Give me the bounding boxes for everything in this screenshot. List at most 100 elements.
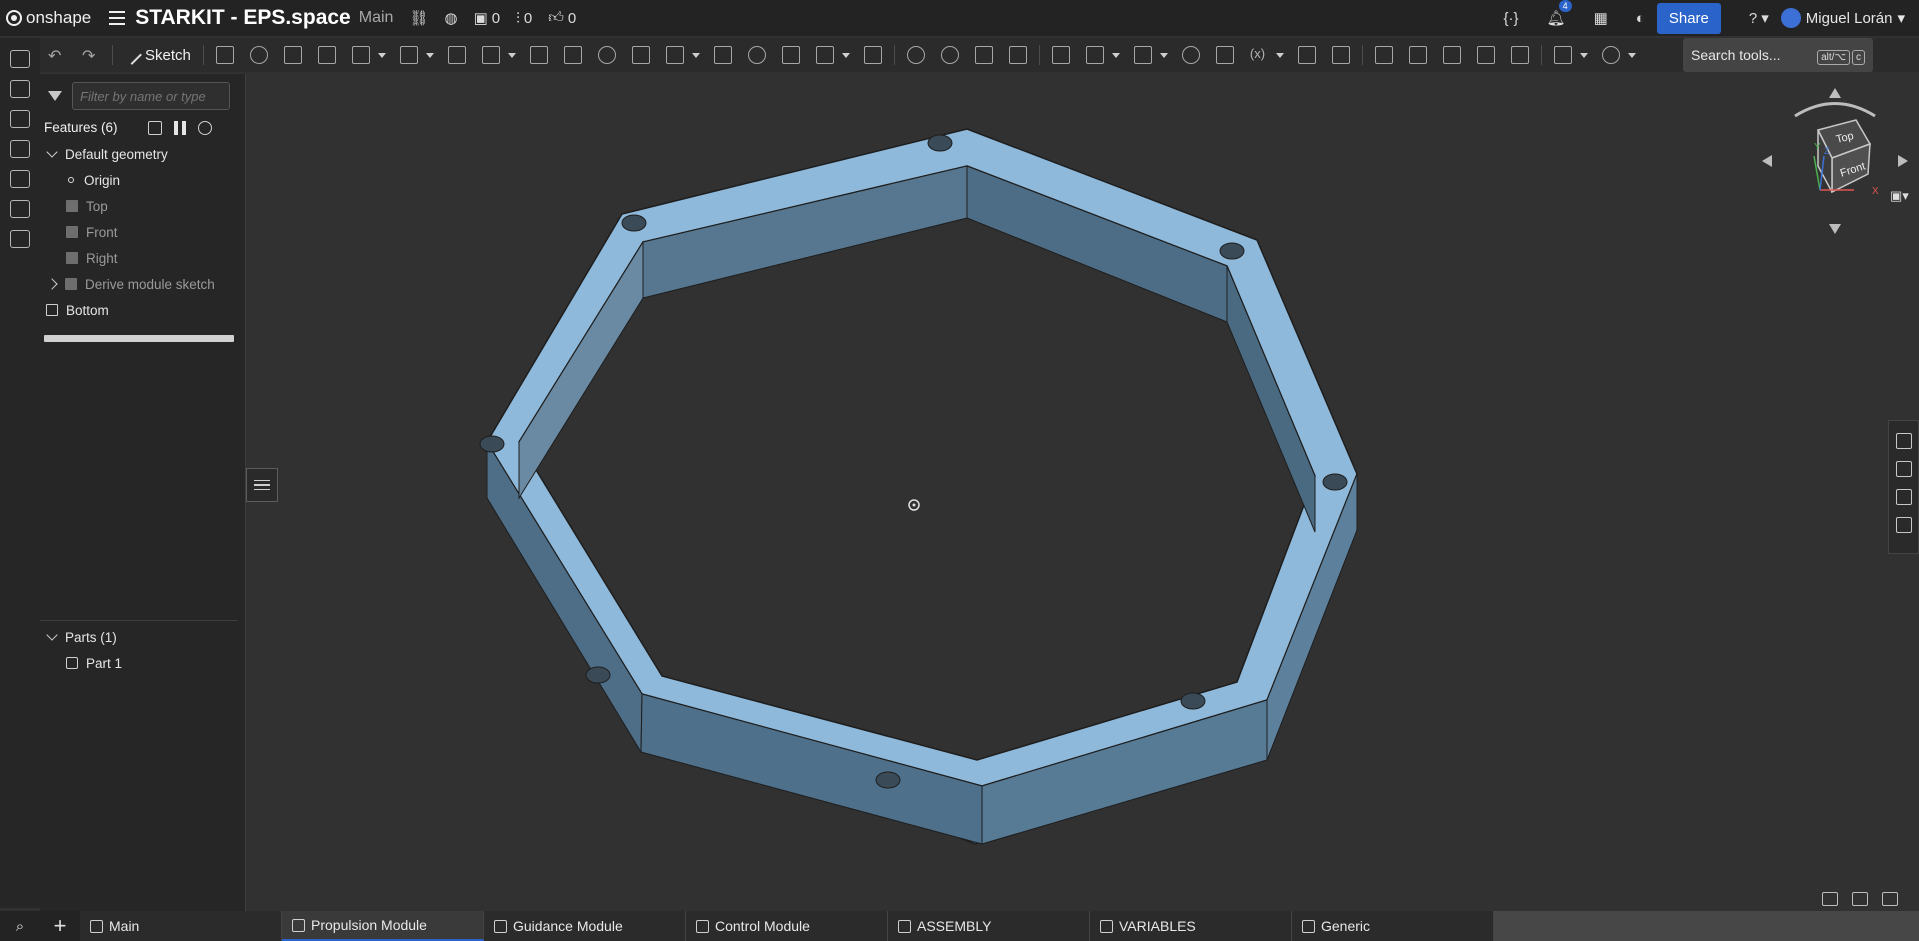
parts-properties-icon[interactable] [1895, 461, 1912, 477]
sketch-button[interactable]: Sketch [117, 45, 199, 65]
extrude-icon[interactable] [215, 46, 234, 64]
view-options-icon[interactable]: ▣▾ [1890, 188, 1909, 204]
corner-icon[interactable] [1510, 46, 1529, 64]
tree-item-parts[interactable]: Parts (1) [40, 624, 246, 650]
graphics-viewport[interactable] [247, 74, 1887, 910]
tab-generic[interactable]: Generic [1292, 911, 1494, 941]
loft-icon[interactable] [317, 46, 336, 64]
add-folder-icon[interactable] [147, 120, 162, 135]
onshape-logo[interactable]: onshape [6, 8, 91, 28]
wrap-icon[interactable] [1215, 46, 1234, 64]
sheet-metal-icon[interactable] [1374, 46, 1393, 64]
tab-icon[interactable] [1476, 46, 1495, 64]
mate-connector-icon[interactable] [1085, 46, 1104, 64]
notes-icon[interactable] [10, 140, 30, 158]
chevron-down-icon[interactable] [507, 52, 516, 58]
filter-input[interactable] [72, 82, 230, 110]
chevron-down-icon[interactable] [1111, 52, 1120, 58]
rotate-right-arrow-icon[interactable] [1898, 155, 1908, 167]
transform-icon[interactable] [815, 46, 834, 64]
composite-part-icon[interactable] [1297, 46, 1316, 64]
thicken-icon[interactable] [351, 46, 370, 64]
feature-list-icon[interactable] [10, 50, 30, 68]
measure-icon[interactable] [1181, 46, 1200, 64]
section-view-icon[interactable] [1822, 892, 1838, 906]
move-face-icon[interactable] [974, 46, 993, 64]
delete-part-icon[interactable] [863, 46, 882, 64]
rollback-bar[interactable] [44, 335, 234, 342]
chevron-down-icon[interactable] [691, 52, 700, 58]
tree-item-derive-sketch[interactable]: Derive module sketch [40, 271, 245, 297]
add-feature-icon[interactable] [10, 80, 30, 98]
settings-icon[interactable] [1601, 46, 1620, 64]
globe-icon[interactable]: ◍ [444, 9, 457, 27]
comments-icon[interactable] [10, 110, 30, 128]
tab-guidance-module[interactable]: Guidance Module [484, 911, 686, 941]
helix-icon[interactable] [1133, 46, 1152, 64]
delete-face-icon[interactable] [940, 46, 959, 64]
history-icon[interactable] [10, 200, 30, 218]
tab-propulsion-module[interactable]: Propulsion Module [282, 911, 484, 941]
variable-icon[interactable]: (x) [1250, 46, 1268, 64]
measure-tool-icon[interactable] [1882, 892, 1898, 906]
workspace-branch[interactable]: Main [359, 9, 394, 27]
undo-icon[interactable]: ↶ [48, 46, 66, 65]
search-icon[interactable] [10, 230, 30, 248]
tree-item-part-1[interactable]: Part 1 [40, 650, 246, 676]
like-button[interactable]: 👍︎ 0 [548, 9, 576, 27]
branches-button[interactable]: ⫶ 0 [516, 10, 532, 27]
variable-table-icon[interactable] [1895, 517, 1912, 533]
notifications-button[interactable]: 🔔︎ 4 [1547, 0, 1572, 27]
link-icon[interactable]: ⛓ [409, 9, 428, 27]
chevron-down-icon[interactable] [1275, 52, 1284, 58]
tab-assembly[interactable]: ASSEMBLY [888, 911, 1090, 941]
variables-icon[interactable]: {·} [1504, 10, 1519, 27]
rotate-left-arrow-icon[interactable] [1762, 155, 1772, 167]
draft-icon[interactable] [481, 46, 500, 64]
surface-icon[interactable] [1553, 46, 1572, 64]
modify-fillet-icon[interactable] [906, 46, 925, 64]
timer-icon[interactable] [197, 120, 212, 135]
chevron-down-icon[interactable] [1627, 52, 1636, 58]
tree-item-origin[interactable]: Origin [40, 167, 245, 193]
chevron-down-icon[interactable] [377, 52, 386, 58]
help-button[interactable]: ? ▾ [1749, 9, 1769, 28]
hole-icon[interactable] [597, 46, 616, 64]
chevron-down-icon[interactable] [1159, 52, 1168, 58]
tree-item-plane-front[interactable]: Front [40, 219, 245, 245]
rotate-down-arrow-icon[interactable] [1829, 224, 1841, 234]
chevron-right-icon[interactable] [46, 278, 58, 290]
versions-button[interactable]: ▣ 0 [474, 9, 501, 28]
render-mode-icon[interactable] [1852, 892, 1868, 906]
configurations-icon[interactable] [1895, 489, 1912, 505]
chevron-down-icon[interactable] [841, 52, 850, 58]
rotate-arc-icon[interactable] [1794, 102, 1876, 118]
split-icon[interactable] [781, 46, 800, 64]
tree-item-plane-right[interactable]: Right [40, 245, 245, 271]
user-menu[interactable]: Miguel Lorán ▾ [1780, 8, 1905, 28]
search-tabs-icon[interactable]: ⌕ [0, 918, 40, 935]
chevron-down-icon[interactable] [425, 52, 434, 58]
appearance-icon[interactable] [1895, 433, 1912, 449]
shell-icon[interactable] [563, 46, 582, 64]
revolve-icon[interactable] [249, 46, 268, 64]
mirror-icon[interactable] [713, 46, 732, 64]
pattern-icon[interactable] [665, 46, 684, 64]
search-tools-input[interactable]: Search tools... alt/⌥ c [1683, 38, 1873, 72]
rotate-up-arrow-icon[interactable] [1829, 88, 1841, 98]
parts-icon[interactable] [10, 170, 30, 188]
flange-icon[interactable] [1442, 46, 1461, 64]
boolean-icon[interactable] [747, 46, 766, 64]
chevron-down-icon[interactable] [1579, 52, 1588, 58]
sweep-icon[interactable] [283, 46, 302, 64]
filter-icon[interactable] [48, 91, 62, 101]
document-title[interactable]: STARKIT - EPS.space [135, 6, 351, 30]
add-tab-icon[interactable]: + [40, 913, 80, 939]
plane-icon[interactable] [1051, 46, 1070, 64]
tab-control-module[interactable]: Control Module [686, 911, 888, 941]
pause-icon[interactable] [173, 120, 186, 135]
chevron-down-icon[interactable] [46, 146, 58, 158]
fillet-icon[interactable] [399, 46, 418, 64]
rib-icon[interactable] [529, 46, 548, 64]
view-cube[interactable]: Top Front X Y Z ▣▾ [1760, 86, 1910, 236]
